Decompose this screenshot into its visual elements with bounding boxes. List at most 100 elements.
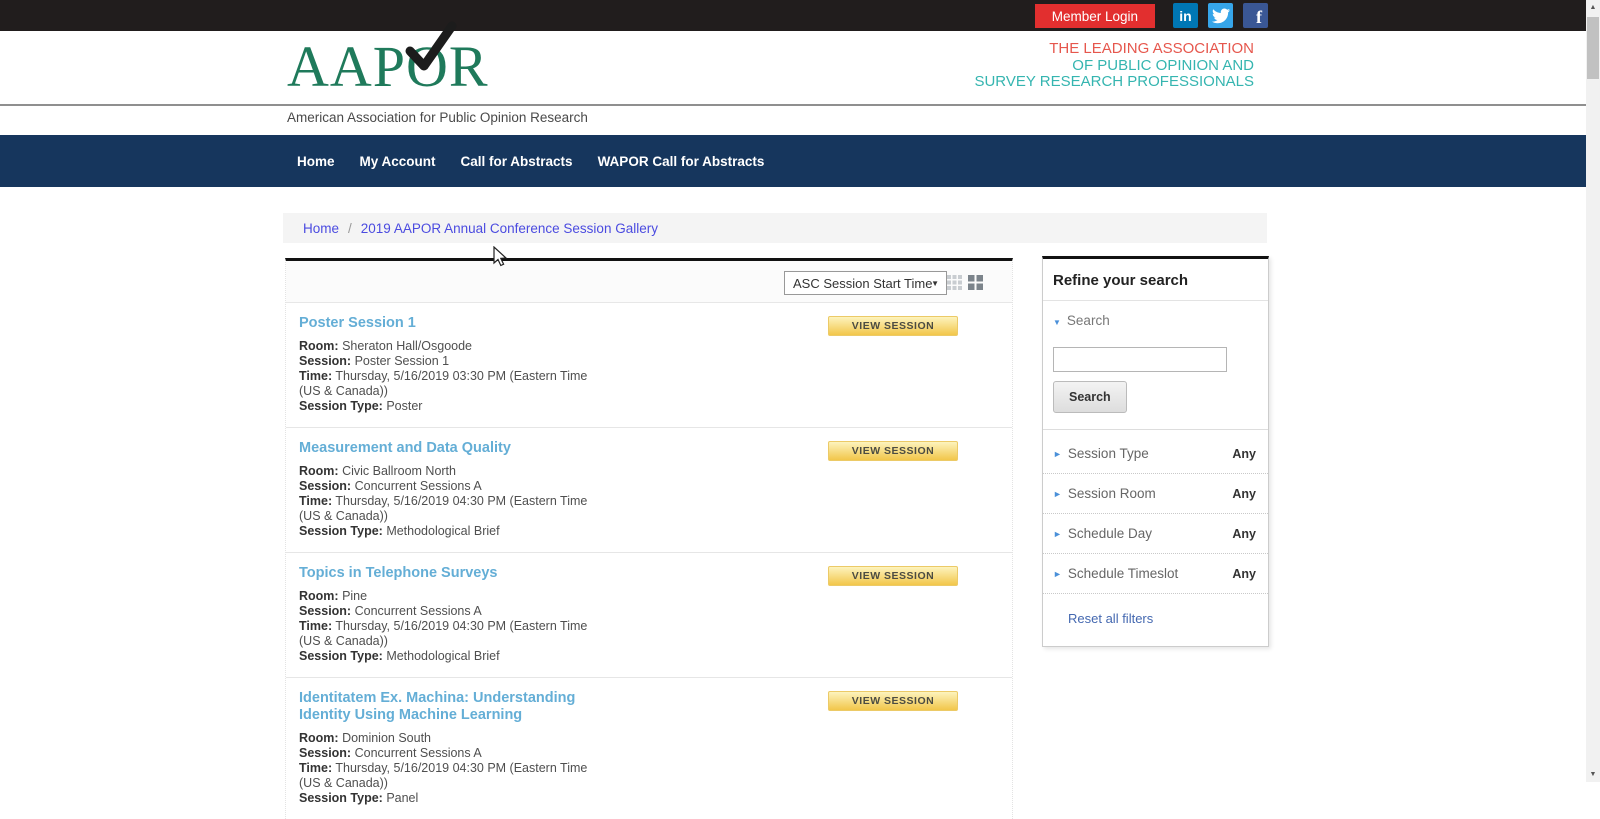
twitter-icon[interactable]: [1208, 3, 1233, 28]
session-value: Concurrent Sessions A: [355, 479, 482, 493]
view-session-button[interactable]: VIEW SESSION: [828, 316, 958, 336]
search-section: ▼ Search Search: [1043, 301, 1268, 430]
scroll-down-icon[interactable]: ▼: [1586, 771, 1600, 778]
session-value: Concurrent Sessions A: [355, 604, 482, 618]
refine-search-panel: Refine your search ▼ Search Search ► Sess…: [1042, 256, 1269, 647]
view-session-button[interactable]: VIEW SESSION: [828, 441, 958, 461]
triangle-right-icon: ►: [1053, 489, 1062, 499]
session-label: Session:: [299, 604, 351, 618]
filter-session-type[interactable]: ► Session Type Any: [1043, 434, 1268, 474]
top-utility-bar: Member Login in f: [0, 0, 1586, 31]
filter-value: Any: [1232, 487, 1256, 501]
filter-session-room[interactable]: ► Session Room Any: [1043, 474, 1268, 514]
nav-item-call-for-abstracts[interactable]: Call for Abstracts: [461, 154, 573, 169]
search-button[interactable]: Search: [1053, 381, 1127, 413]
list-view-icon[interactable]: [947, 275, 962, 290]
logo-text: AAP: [287, 34, 406, 99]
triangle-down-icon: ▼: [1053, 318, 1061, 327]
room-value: Sheraton Hall/Osgoode: [342, 339, 472, 353]
time-value: Thursday, 5/16/2019 04:30 PM (Eastern Ti…: [299, 619, 587, 648]
session-title-link[interactable]: Topics in Telephone Surveys: [299, 565, 629, 582]
room-label: Room:: [299, 589, 339, 603]
nav-item-my-account[interactable]: My Account: [360, 154, 436, 169]
type-value: Methodological Brief: [386, 649, 499, 663]
room-label: Room:: [299, 464, 339, 478]
time-value: Thursday, 5/16/2019 04:30 PM (Eastern Ti…: [299, 761, 587, 790]
sort-dropdown[interactable]: ASC Session Start Time ▼: [784, 271, 947, 295]
session-label: Session:: [299, 354, 351, 368]
type-value: Poster: [386, 399, 422, 413]
site-header: AAPO R American Association for Public O…: [0, 31, 1586, 135]
filter-label: Session Type: [1068, 446, 1232, 461]
page-scrollbar[interactable]: ▲ ▼: [1586, 0, 1600, 782]
filter-value: Any: [1232, 447, 1256, 461]
room-value: Civic Ballroom North: [342, 464, 456, 478]
filter-value: Any: [1232, 527, 1256, 541]
triangle-right-icon: ►: [1053, 449, 1062, 459]
aapor-logo[interactable]: AAPO R: [287, 37, 489, 97]
filter-label: Schedule Timeslot: [1068, 566, 1232, 581]
session-row: Topics in Telephone Surveys Room: Pine S…: [286, 553, 1012, 678]
reset-all-filters-link[interactable]: Reset all filters: [1068, 611, 1153, 626]
session-row: Measurement and Data Quality Room: Civic…: [286, 428, 1012, 553]
facebook-icon[interactable]: f: [1243, 3, 1268, 28]
scrollbar-thumb[interactable]: [1587, 17, 1599, 79]
session-title-link[interactable]: Poster Session 1: [299, 315, 629, 332]
search-section-label: Search: [1067, 313, 1110, 328]
session-value: Concurrent Sessions A: [355, 746, 482, 760]
nav-item-home[interactable]: Home: [297, 154, 335, 169]
triangle-right-icon: ►: [1053, 529, 1062, 539]
search-section-header[interactable]: ▼ Search: [1053, 312, 1258, 330]
main-nav: Home My Account Call for Abstracts WAPOR…: [0, 135, 1586, 187]
session-title-link[interactable]: Measurement and Data Quality: [299, 440, 629, 457]
type-label: Session Type:: [299, 399, 383, 413]
triangle-right-icon: ►: [1053, 569, 1062, 579]
room-value: Pine: [342, 589, 367, 603]
time-label: Time:: [299, 494, 332, 508]
tagline: THE LEADING ASSOCIATION OF PUBLIC OPINIO…: [974, 41, 1254, 91]
filter-schedule-day[interactable]: ► Schedule Day Any: [1043, 514, 1268, 554]
session-list-panel: ASC Session Start Time ▼: [285, 258, 1013, 819]
tagline-line2: OF PUBLIC OPINION AND: [974, 58, 1254, 75]
breadcrumb-separator: /: [348, 221, 352, 236]
room-value: Dominion South: [342, 731, 431, 745]
breadcrumb: Home / 2019 AAPOR Annual Conference Sess…: [283, 213, 1267, 243]
filter-label: Session Room: [1068, 486, 1232, 501]
breadcrumb-current-link[interactable]: 2019 AAPOR Annual Conference Session Gal…: [361, 221, 658, 236]
view-session-button[interactable]: VIEW SESSION: [828, 566, 958, 586]
grid-view-icon[interactable]: [968, 275, 983, 290]
room-label: Room:: [299, 339, 339, 353]
checkmark-icon: [400, 20, 458, 76]
filter-value: Any: [1232, 567, 1256, 581]
filter-label: Schedule Day: [1068, 526, 1232, 541]
type-label: Session Type:: [299, 524, 383, 538]
session-label: Session:: [299, 746, 351, 760]
member-login-button[interactable]: Member Login: [1035, 4, 1155, 28]
session-title-link[interactable]: Identitatem Ex. Machina: Understanding I…: [299, 690, 629, 724]
type-value: Panel: [386, 791, 418, 805]
list-toolbar: ASC Session Start Time ▼: [286, 261, 1012, 303]
session-value: Poster Session 1: [355, 354, 450, 368]
session-row: Identitatem Ex. Machina: Understanding I…: [286, 678, 1012, 819]
nav-item-wapor-call-for-abstracts[interactable]: WAPOR Call for Abstracts: [598, 154, 765, 169]
chevron-down-icon: ▼: [931, 279, 939, 288]
scroll-up-icon[interactable]: ▲: [1586, 4, 1600, 11]
room-label: Room:: [299, 731, 339, 745]
tagline-line1: THE LEADING ASSOCIATION: [974, 41, 1254, 58]
breadcrumb-home-link[interactable]: Home: [303, 221, 339, 236]
type-label: Session Type:: [299, 791, 383, 805]
view-session-button[interactable]: VIEW SESSION: [828, 691, 958, 711]
time-value: Thursday, 5/16/2019 03:30 PM (Eastern Ti…: [299, 369, 587, 398]
refine-search-title: Refine your search: [1043, 259, 1268, 301]
type-label: Session Type:: [299, 649, 383, 663]
sort-dropdown-value: ASC Session Start Time: [793, 276, 932, 291]
time-label: Time:: [299, 619, 332, 633]
time-label: Time:: [299, 369, 332, 383]
search-input[interactable]: [1053, 347, 1227, 372]
session-label: Session:: [299, 479, 351, 493]
header-divider: [0, 104, 1600, 106]
time-label: Time:: [299, 761, 332, 775]
filter-schedule-timeslot[interactable]: ► Schedule Timeslot Any: [1043, 554, 1268, 594]
time-value: Thursday, 5/16/2019 04:30 PM (Eastern Ti…: [299, 494, 587, 523]
linkedin-icon[interactable]: in: [1173, 3, 1198, 28]
